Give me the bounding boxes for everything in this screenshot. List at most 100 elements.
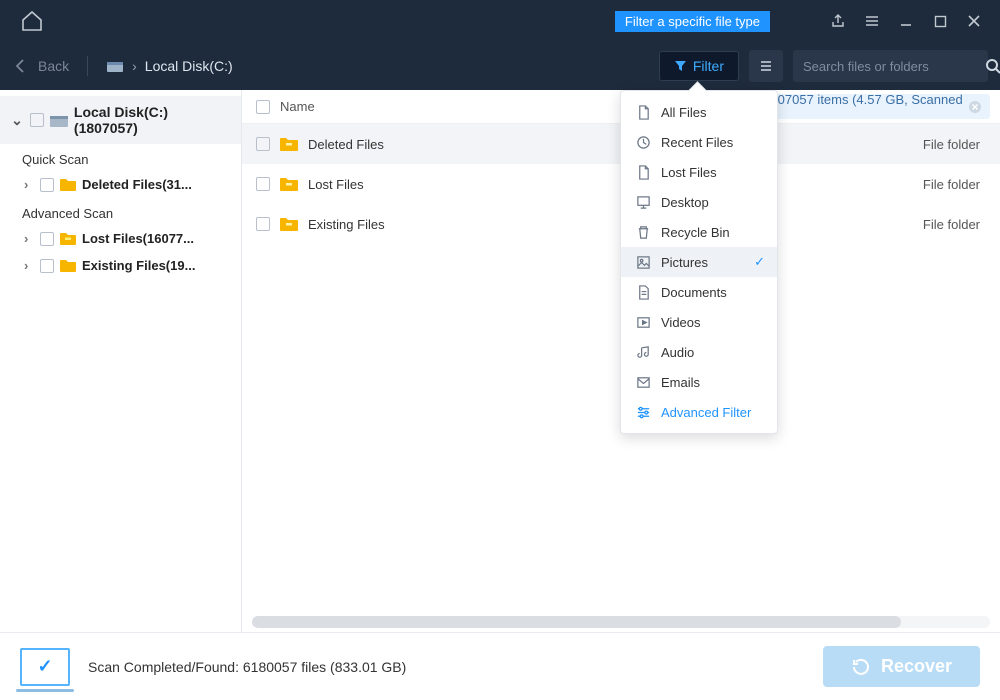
folder-icon bbox=[280, 137, 298, 151]
tree-root-label: Local Disk(C:)(1807057) bbox=[74, 104, 231, 136]
row-type: File folder bbox=[910, 177, 980, 192]
view-toggle-button[interactable] bbox=[749, 50, 783, 82]
tree-root[interactable]: ⌄ Local Disk(C:)(1807057) bbox=[0, 96, 241, 144]
checkbox[interactable] bbox=[40, 178, 54, 192]
tree-section-label: Advanced Scan bbox=[0, 198, 241, 225]
menu-icon[interactable] bbox=[864, 13, 880, 29]
column-name: Name bbox=[280, 99, 315, 114]
row-type: File folder bbox=[910, 137, 980, 152]
clock-icon bbox=[635, 134, 651, 150]
filter-label: Filter bbox=[693, 58, 724, 74]
video-icon bbox=[635, 314, 651, 330]
recover-label: Recover bbox=[881, 656, 952, 677]
checkbox[interactable] bbox=[40, 259, 54, 273]
filter-button[interactable]: Filter bbox=[659, 51, 739, 81]
mail-icon bbox=[635, 374, 651, 390]
filter-option[interactable]: Recycle Bin bbox=[621, 217, 777, 247]
share-icon[interactable] bbox=[830, 13, 846, 29]
filter-option-label: Lost Files bbox=[661, 165, 717, 180]
file-icon bbox=[635, 104, 651, 120]
row-name: Lost Files bbox=[308, 177, 900, 192]
filter-option-label: Pictures bbox=[661, 255, 708, 270]
close-icon[interactable] bbox=[968, 100, 982, 114]
filter-option[interactable]: Videos bbox=[621, 307, 777, 337]
advanced-filter-label: Advanced Filter bbox=[661, 405, 751, 420]
filter-option-label: Audio bbox=[661, 345, 694, 360]
main-area: ⌄ Local Disk(C:)(1807057) Quick Scan › D… bbox=[0, 90, 1000, 632]
filter-option-label: Documents bbox=[661, 285, 727, 300]
audio-icon bbox=[635, 344, 651, 360]
tree-item-label: Lost Files(16077... bbox=[82, 231, 194, 246]
filter-option-label: Desktop bbox=[661, 195, 709, 210]
close-icon[interactable] bbox=[966, 13, 982, 29]
scan-complete-icon bbox=[20, 648, 70, 686]
minimize-icon[interactable] bbox=[898, 13, 914, 29]
checkbox[interactable] bbox=[256, 177, 270, 191]
tree-item-lost[interactable]: › Lost Files(16077... bbox=[0, 225, 241, 252]
breadcrumb[interactable]: › Local Disk(C:) bbox=[106, 57, 233, 75]
chevron-right-icon[interactable]: › bbox=[24, 258, 34, 273]
drive-icon bbox=[106, 57, 124, 75]
filter-option-label: All Files bbox=[661, 105, 707, 120]
window-controls bbox=[830, 13, 982, 29]
folder-icon bbox=[60, 259, 76, 272]
filter-option[interactable]: Lost Files bbox=[621, 157, 777, 187]
folder-icon bbox=[60, 232, 76, 245]
check-icon: ✓ bbox=[754, 254, 765, 270]
horizontal-scrollbar[interactable] bbox=[252, 616, 990, 628]
breadcrumb-label: Local Disk(C:) bbox=[145, 58, 233, 74]
row-name: Deleted Files bbox=[308, 137, 900, 152]
checkbox[interactable] bbox=[30, 113, 44, 127]
drive-icon bbox=[50, 113, 68, 128]
tree-item-existing[interactable]: › Existing Files(19... bbox=[0, 252, 241, 279]
filter-option[interactable]: Documents bbox=[621, 277, 777, 307]
filter-option-label: Videos bbox=[661, 315, 701, 330]
back-button[interactable]: Back bbox=[12, 57, 69, 75]
row-type: File folder bbox=[910, 217, 980, 232]
checkbox-all[interactable] bbox=[256, 100, 270, 114]
scan-status-text: Scan Completed/Found: 6180057 files (833… bbox=[88, 659, 406, 675]
tooltip-badge: Filter a specific file type bbox=[615, 11, 770, 32]
filter-option[interactable]: All Files bbox=[621, 97, 777, 127]
chevron-right-icon[interactable]: › bbox=[24, 177, 34, 192]
folder-icon bbox=[280, 177, 298, 191]
filter-option-label: Emails bbox=[661, 375, 700, 390]
filter-option[interactable]: Pictures ✓ bbox=[621, 247, 777, 277]
filter-option-label: Recent Files bbox=[661, 135, 733, 150]
filter-option[interactable]: Emails bbox=[621, 367, 777, 397]
tree-item-label: Existing Files(19... bbox=[82, 258, 195, 273]
picture-icon bbox=[635, 254, 651, 270]
desktop-icon bbox=[635, 194, 651, 210]
checkbox[interactable] bbox=[256, 137, 270, 151]
footer: Scan Completed/Found: 6180057 files (833… bbox=[0, 632, 1000, 700]
doc-icon bbox=[635, 284, 651, 300]
checkbox[interactable] bbox=[256, 217, 270, 231]
sliders-icon bbox=[635, 404, 651, 420]
search-icon[interactable] bbox=[985, 58, 1000, 75]
chevron-down-icon[interactable]: ⌄ bbox=[10, 112, 24, 129]
tree-section-label: Quick Scan bbox=[0, 144, 241, 171]
filter-option[interactable]: Recent Files bbox=[621, 127, 777, 157]
maximize-icon[interactable] bbox=[932, 13, 948, 29]
toolbar: Back › Local Disk(C:) Filter bbox=[0, 42, 1000, 90]
folder-icon bbox=[280, 217, 298, 231]
bin-icon bbox=[635, 224, 651, 240]
folder-icon bbox=[60, 178, 76, 191]
chevron-right-icon[interactable]: › bbox=[24, 231, 34, 246]
filter-option[interactable]: Desktop bbox=[621, 187, 777, 217]
row-name: Existing Files bbox=[308, 217, 900, 232]
filter-dropdown: All Files Recent Files Lost Files Desktop Re… bbox=[620, 90, 778, 434]
file-icon bbox=[635, 164, 651, 180]
search-input[interactable] bbox=[803, 59, 979, 74]
filter-option-label: Recycle Bin bbox=[661, 225, 730, 240]
recover-button[interactable]: Recover bbox=[823, 646, 980, 687]
advanced-filter-link[interactable]: Advanced Filter bbox=[621, 397, 777, 427]
sidebar: ⌄ Local Disk(C:)(1807057) Quick Scan › D… bbox=[0, 90, 242, 632]
home-icon[interactable] bbox=[20, 9, 44, 33]
back-label: Back bbox=[38, 58, 69, 74]
filter-option[interactable]: Audio bbox=[621, 337, 777, 367]
tree-item-deleted[interactable]: › Deleted Files(31... bbox=[0, 171, 241, 198]
titlebar: Filter a specific file type bbox=[0, 0, 1000, 42]
checkbox[interactable] bbox=[40, 232, 54, 246]
search-box[interactable] bbox=[793, 50, 988, 82]
